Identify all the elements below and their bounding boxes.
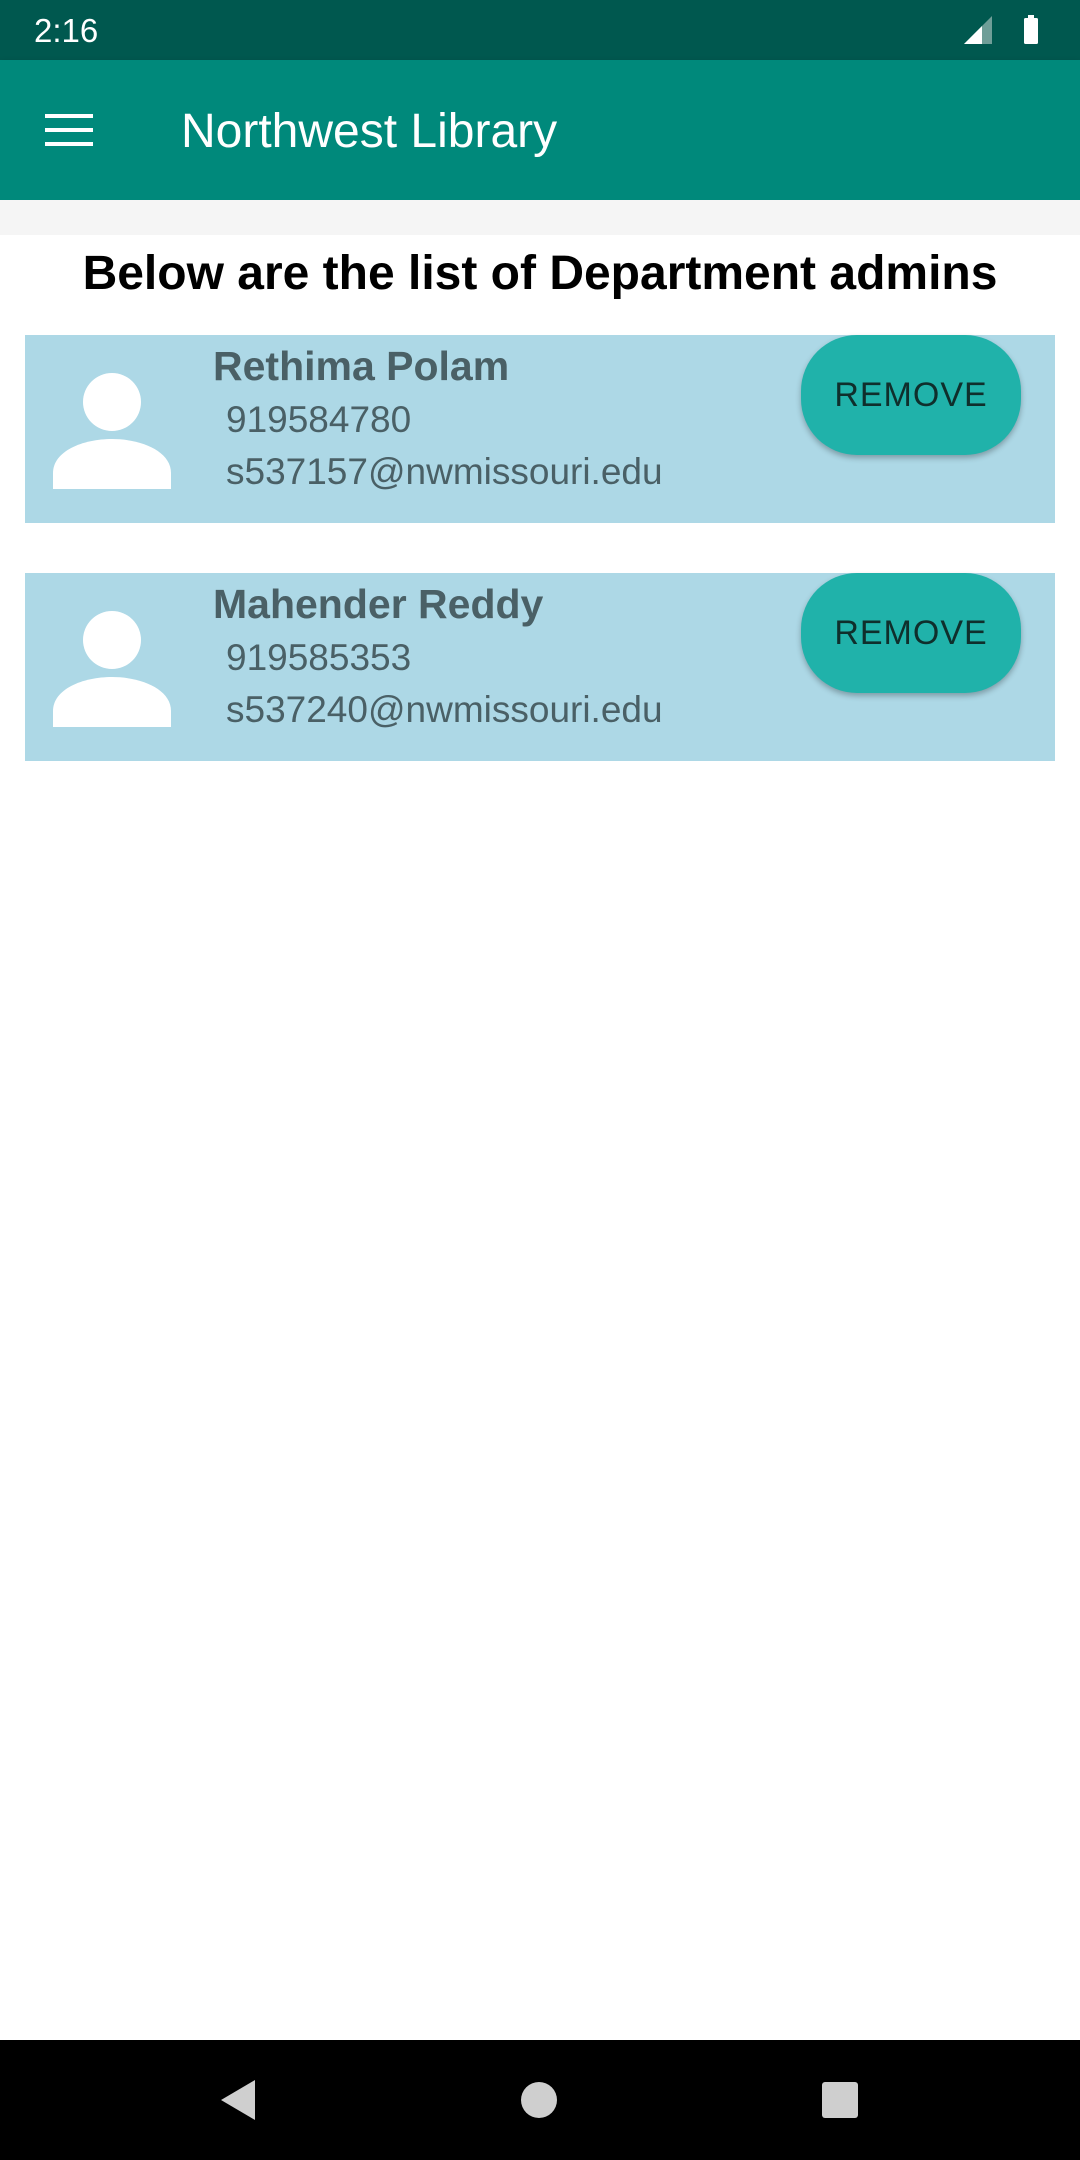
menu-button[interactable] xyxy=(28,94,112,166)
admin-email: s537157@nwmissouri.edu xyxy=(226,451,663,492)
recents-button[interactable] xyxy=(810,2070,870,2130)
recents-icon xyxy=(822,2082,858,2118)
status-time: 2:16 xyxy=(34,12,99,49)
battery-icon xyxy=(1024,15,1038,44)
back-button[interactable] xyxy=(207,2070,267,2130)
admin-card: Rethima Polam 919584780 s537157@nwmissou… xyxy=(25,335,1055,523)
admin-card: Mahender Reddy 919585353 s537240@nwmisso… xyxy=(25,573,1055,761)
status-bar: 2:16 xyxy=(0,0,1080,60)
navigation-bar xyxy=(0,2040,1080,2160)
admin-name: Rethima Polam xyxy=(213,343,510,389)
person-avatar-icon xyxy=(53,373,171,489)
home-icon xyxy=(521,2082,557,2118)
app-title: Northwest Library xyxy=(181,105,558,158)
back-icon xyxy=(221,2080,255,2120)
status-icons xyxy=(964,15,1038,44)
remove-button[interactable]: REMOVE xyxy=(801,573,1021,693)
content-top-strip xyxy=(0,200,1080,235)
app-bar: Northwest Library xyxy=(0,60,1080,200)
person-avatar-icon xyxy=(53,611,171,727)
admin-phone: 919585353 xyxy=(226,637,412,678)
page-heading: Below are the list of Department admins xyxy=(82,247,998,300)
admin-email: s537240@nwmissouri.edu xyxy=(226,689,663,730)
home-button[interactable] xyxy=(509,2070,569,2130)
admin-phone: 919584780 xyxy=(226,399,412,440)
admin-name: Mahender Reddy xyxy=(213,581,544,627)
remove-button[interactable]: REMOVE xyxy=(801,335,1021,455)
signal-icon xyxy=(964,16,992,44)
menu-icon xyxy=(45,114,93,146)
